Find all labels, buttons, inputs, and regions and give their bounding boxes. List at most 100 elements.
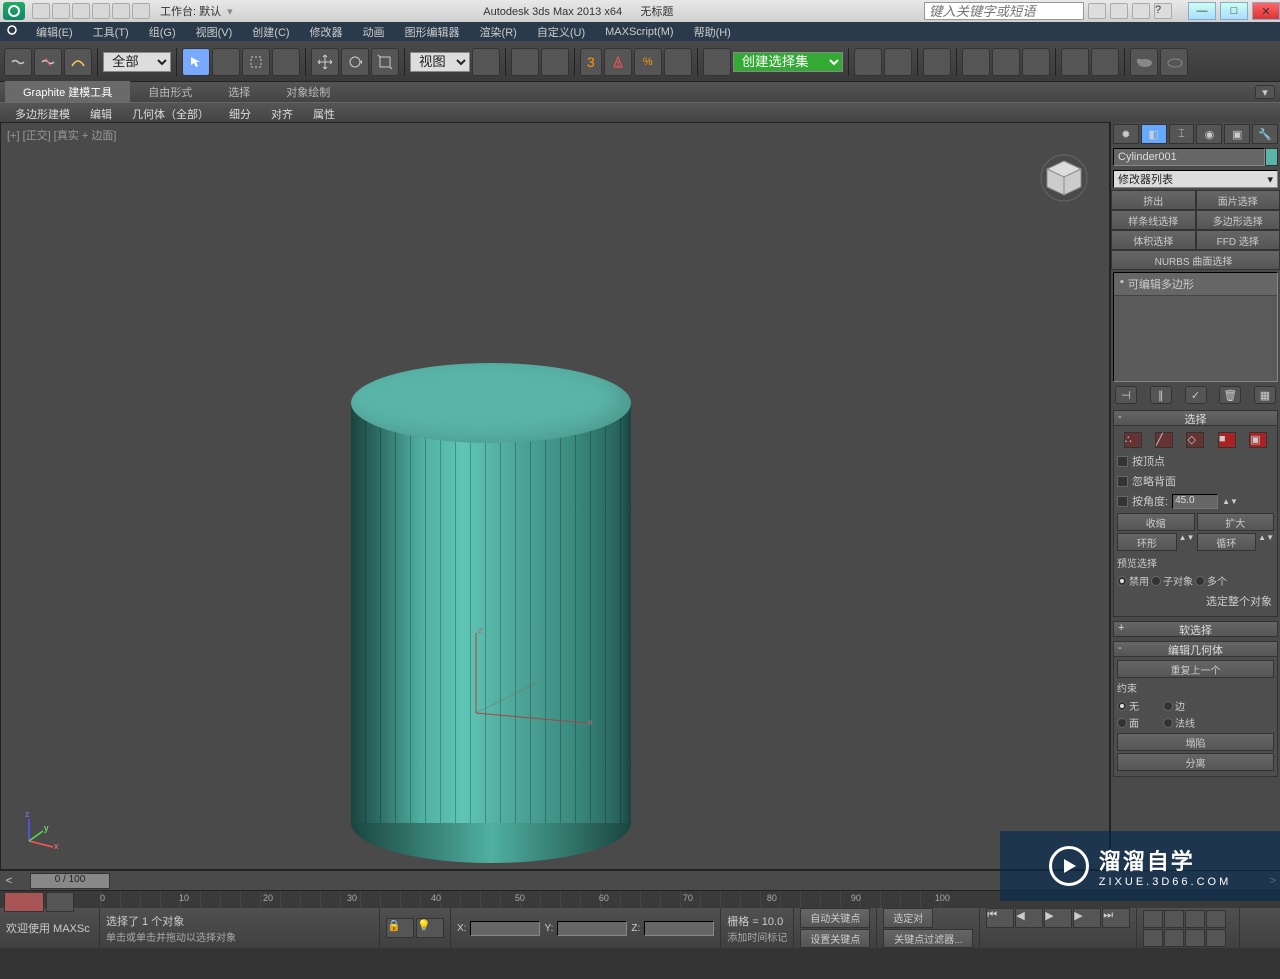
time-slider-back-icon[interactable]: < (0, 875, 18, 887)
rendered-frame-icon[interactable] (1091, 48, 1119, 76)
hierarchy-tab-icon[interactable]: ⌶ (1169, 124, 1195, 144)
ribbon-sub-edit[interactable]: 编辑 (80, 103, 122, 122)
ribbon-tab-selection[interactable]: 选择 (210, 81, 268, 103)
selected-label[interactable]: 选定对 (883, 908, 933, 928)
expand-icon[interactable]: ▪ (1120, 276, 1124, 292)
app-logo-icon[interactable] (3, 2, 25, 20)
scale-tool-icon[interactable] (371, 48, 399, 76)
spinner-arrows-icon[interactable]: ▲▼ (1222, 497, 1238, 506)
repeat-last-button[interactable]: 重复上一个 (1117, 660, 1274, 678)
remove-modifier-icon[interactable]: 🗑 (1219, 386, 1241, 404)
coord-y-input[interactable] (557, 921, 627, 936)
by-vertex-checkbox[interactable] (1117, 456, 1128, 467)
trackbar-keymode-icon[interactable] (4, 892, 44, 912)
mirror-tool-icon[interactable] (854, 48, 882, 76)
modifier-stack[interactable]: ▪ 可编辑多边形 (1113, 272, 1278, 382)
time-slider-handle[interactable]: 0 / 100 (30, 873, 110, 889)
fov-icon[interactable] (1143, 929, 1163, 947)
minimize-button[interactable]: — (1188, 2, 1216, 20)
material-editor-icon[interactable] (1022, 48, 1050, 76)
display-tab-icon[interactable]: ▣ (1224, 124, 1250, 144)
menu-rendering[interactable]: 渲染(R) (472, 22, 525, 42)
pin-stack-icon[interactable]: ⊣ (1115, 386, 1137, 404)
ribbon-tab-paint[interactable]: 对象绘制 (268, 81, 348, 103)
link-tool-icon[interactable] (4, 48, 32, 76)
new-file-icon[interactable] (32, 3, 50, 19)
viewport-label[interactable]: [+] [正交] [真实 + 边面] (7, 127, 116, 143)
menu-edit[interactable]: 编辑(E) (28, 22, 81, 42)
shrink-button[interactable]: 收缩 (1117, 513, 1195, 531)
lock-selection-icon[interactable]: 🔒 (386, 918, 414, 938)
menu-views[interactable]: 视图(V) (188, 22, 241, 42)
named-selection-dropdown[interactable]: 创建选择集 (733, 52, 843, 72)
collapse-button[interactable]: 塌陷 (1117, 733, 1274, 751)
rotate-tool-icon[interactable] (341, 48, 369, 76)
constraint-face-radio[interactable] (1117, 718, 1127, 728)
menu-group[interactable]: 组(G) (141, 22, 184, 42)
auto-key-button[interactable]: 自动关键点 (800, 908, 870, 928)
move-tool-icon[interactable] (311, 48, 339, 76)
rollout-edit-geometry-header[interactable]: - 编辑几何体 (1113, 641, 1278, 657)
preview-subobj-radio[interactable] (1151, 576, 1161, 586)
search-icon[interactable] (1088, 3, 1106, 19)
select-object-icon[interactable] (182, 48, 210, 76)
preview-off-radio[interactable] (1117, 576, 1127, 586)
object-color-swatch[interactable] (1265, 148, 1278, 166)
ribbon-sub-align[interactable]: 对齐 (261, 103, 303, 122)
loop-spinner-icon[interactable]: ▲▼ (1258, 533, 1274, 551)
modify-tab-icon[interactable]: ◧ (1141, 124, 1167, 144)
key-filters-button[interactable]: 关键点过滤器... (883, 929, 973, 949)
zoom-extents-all-icon[interactable] (1206, 910, 1226, 928)
favorites-icon[interactable] (1132, 3, 1150, 19)
bind-spacewarp-icon[interactable] (64, 48, 92, 76)
named-selection-edit-icon[interactable] (703, 48, 731, 76)
show-end-result-icon[interactable]: ∥ (1150, 386, 1172, 404)
zoom-icon[interactable] (1143, 910, 1163, 928)
menu-animation[interactable]: 动画 (355, 22, 393, 42)
maximize-button[interactable]: □ (1220, 2, 1248, 20)
detach-button[interactable]: 分离 (1117, 753, 1274, 771)
menu-create[interactable]: 创建(C) (244, 22, 297, 42)
selection-filter-dropdown[interactable]: 全部 (103, 52, 171, 72)
menu-customize[interactable]: 自定义(U) (529, 22, 593, 42)
utilities-tab-icon[interactable]: 🔧 (1252, 124, 1278, 144)
schematic-view-icon[interactable] (992, 48, 1020, 76)
rect-select-icon[interactable] (242, 48, 270, 76)
render-setup-icon[interactable] (1061, 48, 1089, 76)
save-file-icon[interactable] (72, 3, 90, 19)
layer-manager-icon[interactable] (923, 48, 951, 76)
mod-btn-face-select[interactable]: 面片选择 (1196, 190, 1280, 210)
keyboard-shortcut-icon[interactable] (541, 48, 569, 76)
play-icon[interactable]: ▶ (1044, 908, 1072, 928)
trackbar-filter-icon[interactable] (46, 892, 74, 912)
loop-button[interactable]: 循环 (1197, 533, 1257, 551)
isolate-icon[interactable]: 💡 (416, 918, 444, 938)
mod-btn-extrude[interactable]: 挤出 (1111, 190, 1196, 210)
percent-snap-icon[interactable]: % (634, 48, 662, 76)
menu-help[interactable]: 帮助(H) (686, 22, 739, 42)
snap-toggle-icon[interactable]: 3 (580, 48, 602, 76)
menu-graph-editors[interactable]: 图形编辑器 (397, 22, 468, 42)
constraint-edge-radio[interactable] (1163, 701, 1173, 711)
modifier-list-dropdown[interactable]: 修改器列表 ▾ (1113, 170, 1278, 188)
object-name-input[interactable] (1113, 148, 1265, 166)
ribbon-sub-properties[interactable]: 属性 (303, 103, 345, 122)
cylinder-object[interactable]: z x (351, 363, 631, 863)
ring-button[interactable]: 环形 (1117, 533, 1177, 551)
mod-btn-poly-select[interactable]: 多边形选择 (1196, 210, 1280, 230)
border-subobj-icon[interactable]: ◇ (1186, 432, 1204, 448)
pivot-center-icon[interactable] (472, 48, 500, 76)
menu-tools[interactable]: 工具(T) (85, 22, 137, 42)
search-input[interactable] (924, 2, 1084, 20)
select-by-name-icon[interactable] (212, 48, 240, 76)
zoom-all-icon[interactable] (1164, 910, 1184, 928)
mod-btn-vol-select[interactable]: 体积选择 (1111, 230, 1196, 250)
redo-icon[interactable] (112, 3, 130, 19)
constraint-normal-radio[interactable] (1163, 718, 1173, 728)
ribbon-tab-freeform[interactable]: 自由形式 (130, 81, 210, 103)
create-tab-icon[interactable]: ✹ (1113, 124, 1139, 144)
motion-tab-icon[interactable]: ◉ (1196, 124, 1222, 144)
maximize-viewport-icon[interactable] (1206, 929, 1226, 947)
open-file-icon[interactable] (52, 3, 70, 19)
render-production-icon[interactable] (1130, 48, 1158, 76)
